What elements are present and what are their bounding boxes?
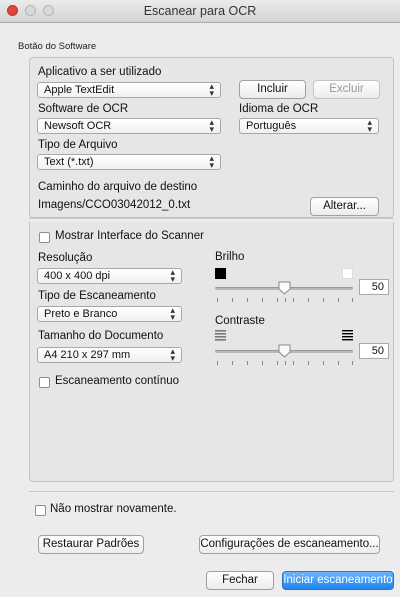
ocr-language-label: Idioma de OCR (239, 103, 319, 115)
close-button[interactable]: Fechar (206, 571, 274, 590)
brightness-label: Brilho (215, 251, 245, 263)
ocr-software-popup-value: Newsoft OCR (44, 120, 112, 132)
add-button[interactable]: Incluir (239, 80, 306, 99)
section-divider (29, 218, 394, 219)
resolution-label: Resolução (38, 252, 93, 264)
title-bar: Escanear para OCR (0, 0, 400, 23)
remove-button[interactable]: Excluir (313, 80, 380, 99)
document-size-popup-value: A4 210 x 297 mm (44, 349, 131, 361)
contrast-label: Contraste (215, 315, 265, 327)
destination-path-label: Caminho do arquivo de destino (38, 181, 198, 193)
scan-settings-button[interactable]: Configurações de escaneamento... (199, 535, 380, 554)
start-scan-button[interactable]: Iniciar escaneamento (282, 571, 394, 590)
up-down-chevrons-icon: ▴ ▾ (209, 82, 214, 98)
window-title: Escanear para OCR (143, 4, 257, 18)
show-scanner-interface-label: Mostrar Interface do Scanner (55, 230, 204, 242)
dont-show-again-checkbox[interactable] (35, 505, 46, 516)
continuous-scan-checkbox[interactable] (39, 377, 50, 388)
brightness-value-field[interactable]: 50 (359, 279, 389, 295)
contrast-high-icon (342, 330, 353, 341)
application-label: Aplicativo a ser utilizado (38, 66, 162, 78)
ocr-language-popup[interactable]: Português ▴ ▾ (239, 118, 379, 134)
continuous-scan-label: Escaneamento contínuo (55, 375, 180, 387)
scan-type-label: Tipo de Escaneamento (38, 290, 156, 302)
up-down-chevrons-icon: ▴ ▾ (209, 154, 214, 170)
brightness-low-icon (215, 268, 226, 279)
up-down-chevrons-icon: ▴ ▾ (170, 268, 175, 284)
brightness-slider-ticks (217, 298, 353, 303)
resolution-popup-value: 400 x 400 dpi (44, 270, 111, 282)
destination-path-value: Imagens/CCO03042012_0.txt (38, 199, 191, 211)
file-type-popup[interactable]: Text (*.txt) ▴ ▾ (37, 154, 221, 170)
ocr-software-popup[interactable]: Newsoft OCR ▴ ▾ (37, 118, 221, 134)
brightness-slider-thumb[interactable] (278, 281, 291, 295)
file-type-label: Tipo de Arquivo (38, 139, 118, 151)
brightness-high-icon (342, 268, 353, 279)
scan-type-popup[interactable]: Preto e Branco ▴ ▾ (37, 306, 182, 322)
scan-type-popup-value: Preto e Branco (44, 308, 118, 320)
contrast-slider-ticks (217, 361, 353, 366)
ocr-software-label: Software de OCR (38, 103, 129, 115)
contrast-value-field[interactable]: 50 (359, 343, 389, 359)
contrast-slider-thumb[interactable] (278, 344, 291, 358)
group-label: Botão do Software (18, 41, 97, 52)
restore-defaults-button[interactable]: Restaurar Padrões (38, 535, 144, 554)
footer-divider (29, 491, 394, 492)
change-path-button[interactable]: Alterar... (310, 197, 379, 216)
up-down-chevrons-icon: ▴ ▾ (170, 306, 175, 322)
document-size-popup[interactable]: A4 210 x 297 mm ▴ ▾ (37, 347, 182, 363)
up-down-chevrons-icon: ▴ ▾ (209, 118, 214, 134)
application-popup-value: Apple TextEdit (44, 84, 115, 96)
ocr-language-popup-value: Português (246, 120, 297, 132)
dont-show-again-label: Não mostrar novamente. (50, 503, 177, 515)
resolution-popup[interactable]: 400 x 400 dpi ▴ ▾ (37, 268, 182, 284)
up-down-chevrons-icon: ▴ ▾ (367, 118, 372, 134)
show-scanner-interface-checkbox[interactable] (39, 232, 50, 243)
up-down-chevrons-icon: ▴ ▾ (170, 347, 175, 363)
application-popup[interactable]: Apple TextEdit ▴ ▾ (37, 82, 221, 98)
contrast-low-icon (215, 330, 226, 341)
file-type-popup-value: Text (*.txt) (44, 156, 94, 168)
document-size-label: Tamanho do Documento (38, 330, 164, 342)
